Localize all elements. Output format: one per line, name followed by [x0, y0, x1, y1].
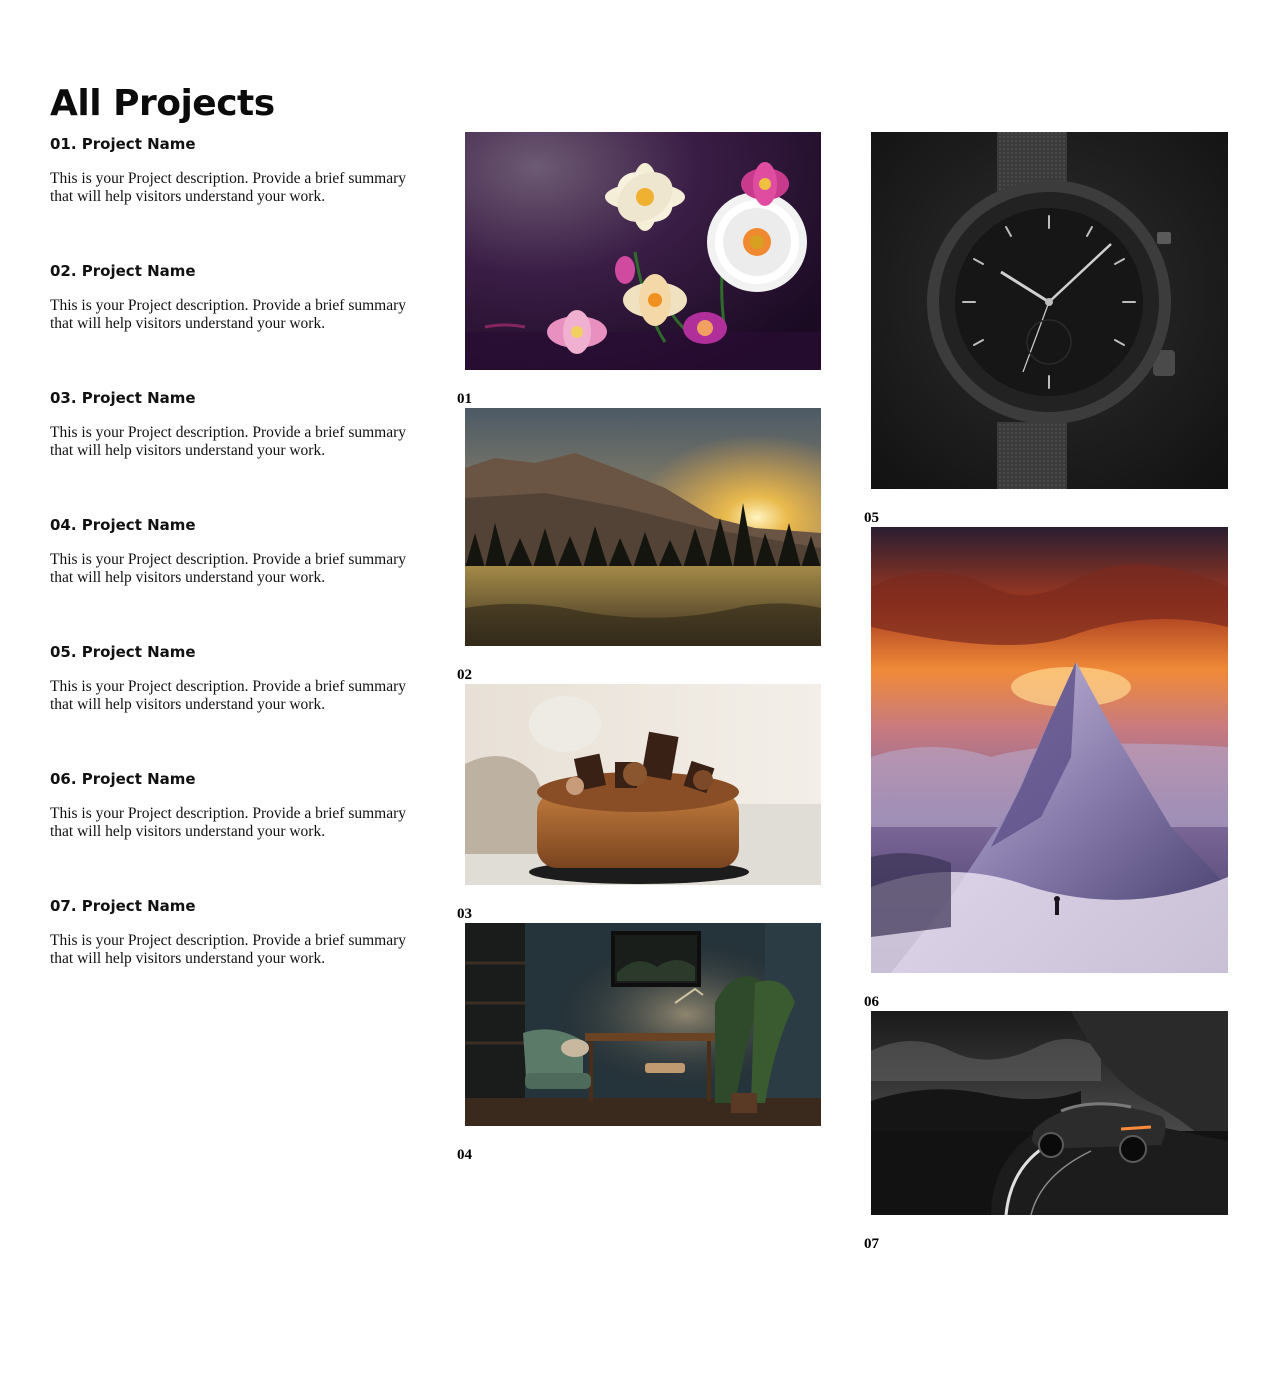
project-item[interactable]: 03. Project Name This is your Project de…	[50, 387, 410, 460]
mountain-sunset-image[interactable]	[465, 408, 821, 646]
flowers-image[interactable]	[465, 132, 821, 370]
project-title[interactable]: 02. Project Name	[50, 260, 410, 282]
project-item[interactable]: 06. Project Name This is your Project de…	[50, 768, 410, 841]
project-description: This is your Project description. Provid…	[50, 170, 407, 205]
project-title[interactable]: 07. Project Name	[50, 895, 410, 917]
project-item[interactable]: 01. Project Name This is your Project de…	[50, 133, 410, 206]
page-title: All Projects	[50, 83, 275, 124]
project-title[interactable]: 06. Project Name	[50, 768, 410, 790]
project-number: 01	[457, 391, 472, 407]
project-title[interactable]: 03. Project Name	[50, 387, 410, 409]
project-description: This is your Project description. Provid…	[50, 678, 407, 713]
sports-car-image[interactable]	[871, 1011, 1228, 1215]
project-item[interactable]: 05. Project Name This is your Project de…	[50, 641, 410, 714]
project-title[interactable]: 05. Project Name	[50, 641, 410, 663]
project-description: This is your Project description. Provid…	[50, 932, 407, 967]
project-number: 02	[457, 667, 472, 683]
project-number: 06	[864, 994, 879, 1010]
project-item[interactable]: 07. Project Name This is your Project de…	[50, 895, 410, 968]
project-description: This is your Project description. Provid…	[50, 805, 407, 840]
project-number: 07	[864, 1236, 879, 1252]
project-description: This is your Project description. Provid…	[50, 551, 407, 586]
project-title[interactable]: 01. Project Name	[50, 133, 410, 155]
project-description: This is your Project description. Provid…	[50, 297, 407, 332]
project-item[interactable]: 04. Project Name This is your Project de…	[50, 514, 410, 587]
chocolate-cake-image[interactable]	[465, 684, 821, 885]
project-number: 04	[457, 1147, 472, 1163]
project-number: 05	[864, 510, 879, 526]
wristwatch-image[interactable]	[871, 132, 1228, 489]
project-description: This is your Project description. Provid…	[50, 424, 407, 459]
mountain-peak-image[interactable]	[871, 527, 1228, 973]
project-number: 03	[457, 906, 472, 922]
project-item[interactable]: 02. Project Name This is your Project de…	[50, 260, 410, 333]
interior-room-image[interactable]	[465, 923, 821, 1126]
project-title[interactable]: 04. Project Name	[50, 514, 410, 536]
